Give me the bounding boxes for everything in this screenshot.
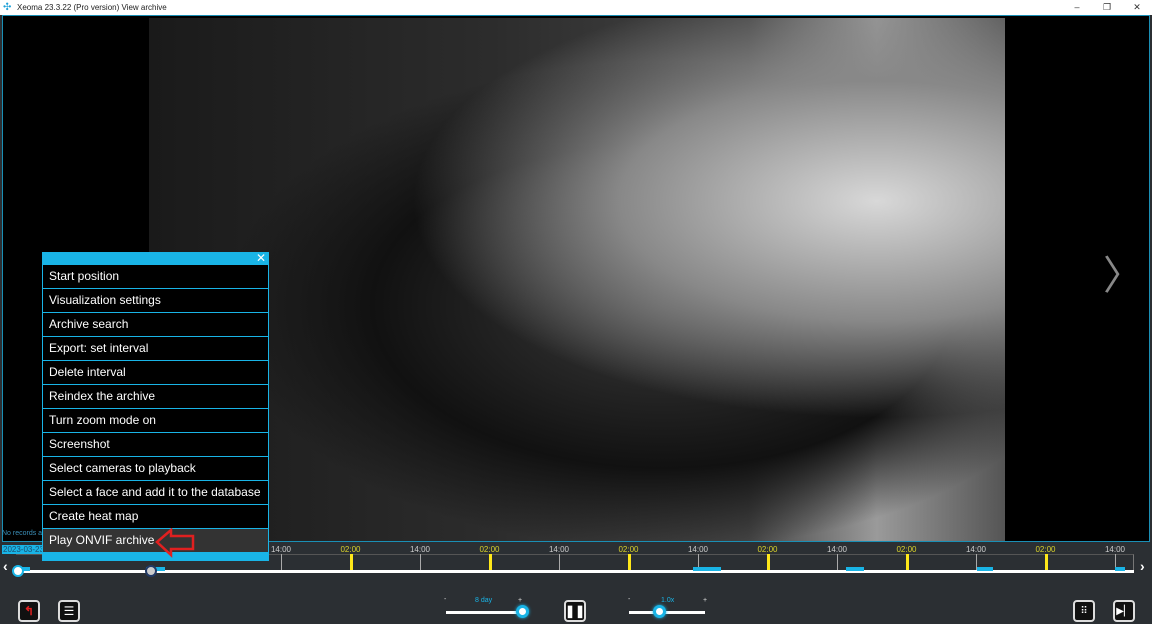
- timeline-label: 14:00: [965, 545, 987, 554]
- close-window-button[interactable]: ✕: [1122, 0, 1152, 15]
- timeline-label: 14:00: [687, 545, 709, 554]
- menu-list-button[interactable]: ☰: [58, 600, 80, 622]
- speed-slider[interactable]: [629, 611, 705, 614]
- menu-item[interactable]: Start position: [43, 264, 268, 288]
- minimize-button[interactable]: –: [1062, 0, 1092, 15]
- timeline-label: 02:00: [896, 545, 917, 554]
- speed-slider-knob[interactable]: [653, 605, 667, 618]
- timeline-tick: [766, 554, 770, 571]
- timeline-tick: [488, 554, 492, 571]
- skip-end-icon: ▶▏: [1116, 605, 1132, 617]
- menu-item[interactable]: Archive search: [43, 312, 268, 336]
- timeline-tick: [559, 554, 560, 571]
- timeline-next-icon[interactable]: ›: [1140, 558, 1145, 574]
- menu-item[interactable]: Create heat map: [43, 504, 268, 528]
- timeline-label: 02:00: [1035, 545, 1056, 554]
- interval-start-handle[interactable]: [12, 565, 24, 577]
- speed-label: 1.0x: [661, 597, 675, 604]
- timeline-label: 02:00: [340, 545, 361, 554]
- speed-minus[interactable]: -: [628, 596, 630, 603]
- context-menu: ✕ Start position Visualization settings Ar…: [42, 251, 269, 561]
- xeoma-logo-icon: ✣: [3, 1, 12, 13]
- menu-item[interactable]: Export: set interval: [43, 336, 268, 360]
- timeline-tick: [349, 554, 353, 571]
- menu-item[interactable]: Select a face and add it to the database: [43, 480, 268, 504]
- pause-icon: ❚❚: [564, 604, 586, 618]
- timeline-track[interactable]: [16, 570, 1134, 573]
- restore-button[interactable]: ❐: [1092, 0, 1122, 15]
- range-minus[interactable]: -: [444, 596, 446, 603]
- record-segment[interactable]: [693, 567, 721, 571]
- menu-item[interactable]: Screenshot: [43, 432, 268, 456]
- menu-item[interactable]: Turn zoom mode on: [43, 408, 268, 432]
- timeline-tick: [627, 554, 631, 571]
- menu-item[interactable]: Delete interval: [43, 360, 268, 384]
- timeline-label: 14:00: [548, 545, 570, 554]
- range-label: 8 day: [475, 597, 493, 604]
- timeline-tick: [837, 554, 838, 571]
- no-records-text: No records a: [2, 530, 43, 537]
- red-arrow-annotation-icon: [155, 528, 195, 558]
- menu-item[interactable]: Visualization settings: [43, 288, 268, 312]
- timeline-label: 14:00: [270, 545, 292, 554]
- return-arrow-icon: ↰: [23, 604, 35, 618]
- record-segment[interactable]: [1115, 567, 1125, 571]
- record-segment[interactable]: [846, 567, 864, 571]
- timeline-label: 14:00: [826, 545, 848, 554]
- record-segment[interactable]: [977, 567, 993, 571]
- range-slider[interactable]: [446, 611, 522, 614]
- timeline-tick: [905, 554, 909, 571]
- timeline-label: 14:00: [1104, 545, 1126, 554]
- range-plus[interactable]: +: [518, 597, 522, 604]
- camera-frame: [149, 18, 1005, 541]
- timeline-tick: [1044, 554, 1048, 571]
- timeline-label: 02:00: [479, 545, 500, 554]
- timeline-label: 02:00: [618, 545, 639, 554]
- timeline-label: 14:00: [409, 545, 431, 554]
- camera-grid-button[interactable]: ⠿: [1073, 600, 1095, 622]
- back-button[interactable]: ↰: [18, 600, 40, 622]
- speed-plus[interactable]: +: [703, 597, 707, 604]
- range-slider-knob[interactable]: [516, 605, 529, 618]
- next-camera-chevron-icon[interactable]: 〉: [1103, 256, 1143, 296]
- playback-position-handle[interactable]: [145, 565, 157, 577]
- timeline-date: 2023-03-23: [2, 545, 45, 554]
- close-menu-icon[interactable]: ✕: [256, 251, 266, 265]
- skip-to-end-button[interactable]: ▶▏: [1113, 600, 1135, 622]
- menu-item[interactable]: Select cameras to playback: [43, 456, 268, 480]
- window-title: Xeoma 23.3.22 (Pro version) View archive: [17, 3, 167, 12]
- menu-item[interactable]: Reindex the archive: [43, 384, 268, 408]
- list-icon: ☰: [63, 604, 75, 618]
- pause-button[interactable]: ❚❚: [564, 600, 586, 622]
- timeline-tick: [281, 554, 282, 571]
- title-bar: ✣ Xeoma 23.3.22 (Pro version) View archi…: [0, 0, 1152, 15]
- timeline-prev-icon[interactable]: ‹: [3, 558, 8, 574]
- timeline-label: 02:00: [757, 545, 778, 554]
- grid-icon: ⠿: [1080, 605, 1088, 617]
- timeline-tick: [420, 554, 421, 571]
